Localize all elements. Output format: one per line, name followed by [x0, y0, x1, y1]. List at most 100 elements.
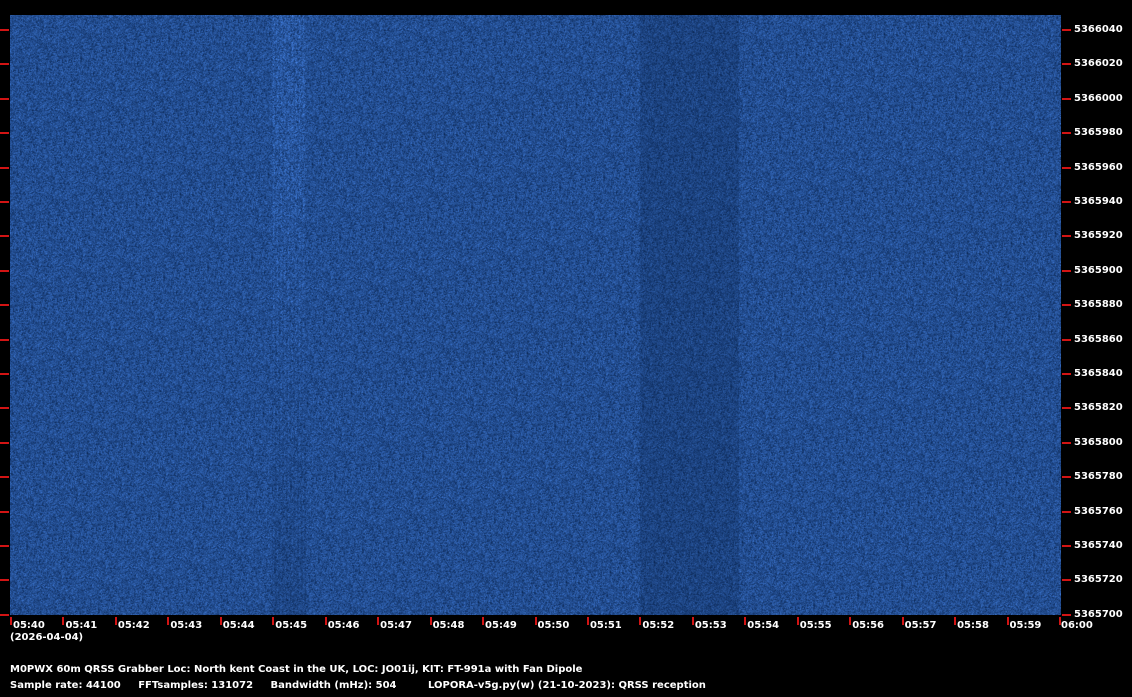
- time-label: 05:44: [222, 620, 255, 631]
- freq-tick-left: [0, 407, 9, 410]
- freq-tick-left: [0, 201, 9, 203]
- freq-tick-left: [0, 269, 9, 272]
- freq-tick-left: [0, 304, 9, 307]
- freq-label: 5366040: [1074, 24, 1123, 35]
- bandwidth-label: Bandwidth (mHz): 504: [270, 680, 397, 691]
- time-label: 05:51: [589, 620, 622, 631]
- spectrogram-canvas: [10, 15, 1061, 615]
- freq-tick-right: [1062, 510, 1071, 513]
- freq-tick-left: [0, 545, 9, 547]
- freq-label: 5366000: [1074, 92, 1123, 104]
- freq-tick-right: [1062, 304, 1071, 307]
- freq-tick-left: [0, 510, 9, 513]
- freq-label: 5366020: [1074, 58, 1123, 70]
- time-label: 05:47: [380, 620, 412, 631]
- software-label: LOPORA-v5g.py(w) (21-10-2023): QRSS rece…: [427, 680, 706, 691]
- time-label: 05:45: [275, 620, 308, 631]
- freq-tick-left: [0, 29, 9, 31]
- freq-tick-right: [1062, 29, 1071, 31]
- time-label: 05:49: [485, 620, 517, 631]
- time-tick: [10, 617, 12, 625]
- freq-tick-right: [1062, 545, 1071, 547]
- freq-label: 5365980: [1074, 127, 1123, 139]
- freq-tick-right: [1062, 441, 1071, 444]
- time-tick: [62, 617, 65, 625]
- time-tick: [744, 617, 747, 625]
- fft-samples-label: FFTsamples: 131072: [138, 680, 254, 691]
- freq-tick-right: [1062, 338, 1071, 341]
- time-tick: [429, 617, 432, 625]
- freq-tick-right: [1062, 579, 1071, 582]
- freq-label: 5365900: [1074, 264, 1123, 276]
- freq-tick-left: [0, 338, 9, 341]
- time-label: 05:48: [432, 620, 465, 631]
- freq-tick-left: [0, 476, 9, 479]
- freq-tick-right: [1062, 407, 1071, 410]
- time-label: 05:54: [747, 620, 780, 631]
- freq-tick-left: [0, 132, 9, 135]
- freq-label: 5365800: [1074, 436, 1123, 448]
- time-label: 05:52: [642, 620, 675, 631]
- freq-label: 5365960: [1074, 161, 1123, 173]
- time-tick: [1006, 617, 1009, 625]
- station-info: M0PWX 60m QRSS Grabber Loc: North kent C…: [10, 664, 583, 675]
- freq-tick-left: [0, 613, 9, 616]
- freq-tick-left: [0, 441, 9, 444]
- time-tick: [796, 617, 799, 625]
- time-tick: [219, 617, 222, 625]
- freq-label: 5365720: [1074, 574, 1123, 586]
- time-tick: [482, 617, 485, 625]
- time-label: 05:43: [170, 620, 203, 631]
- time-tick: [849, 617, 852, 625]
- time-tick: [691, 617, 694, 625]
- freq-tick-right: [1062, 166, 1071, 169]
- freq-tick-left: [0, 63, 9, 66]
- freq-label: 5365820: [1074, 402, 1123, 414]
- time-tick: [954, 617, 957, 625]
- freq-tick-right: [1062, 613, 1071, 616]
- time-label: 05:42: [117, 620, 150, 631]
- time-tick: [272, 617, 275, 625]
- time-tick: [586, 617, 589, 625]
- sample-rate-label: Sample rate: 44100: [10, 680, 121, 691]
- freq-tick-right: [1062, 235, 1071, 238]
- time-tick: [324, 617, 327, 625]
- time-tick: [167, 617, 170, 625]
- freq-tick-right: [1062, 476, 1071, 479]
- freq-tick-left: [0, 166, 9, 169]
- time-tick: [534, 617, 537, 625]
- time-tick: [377, 617, 380, 625]
- time-label: 05:56: [852, 620, 885, 631]
- freq-tick-right: [1062, 132, 1071, 135]
- date-label: (2026-04-04): [10, 632, 84, 643]
- spectrogram-display: [10, 15, 1061, 615]
- time-label: 05:57: [904, 620, 937, 631]
- freq-tick-left: [0, 579, 9, 582]
- freq-tick-right: [1062, 63, 1071, 66]
- settings-line: Sample rate: 44100 FFTsamples: 131072 Ba…: [10, 680, 720, 691]
- time-label: 06:00: [1061, 620, 1093, 631]
- time-label: 05:46: [327, 620, 360, 631]
- freq-label: 5365760: [1074, 505, 1123, 517]
- freq-label: 5365840: [1074, 368, 1123, 379]
- time-label: 05:55: [799, 620, 832, 631]
- time-label: 05:53: [694, 620, 727, 631]
- freq-label: 5365740: [1074, 540, 1123, 551]
- time-label: 05:58: [957, 620, 989, 631]
- time-label: 05:59: [1009, 620, 1042, 631]
- freq-tick-right: [1062, 373, 1071, 375]
- freq-tick-left: [0, 373, 9, 375]
- freq-label: 5365940: [1074, 196, 1123, 207]
- freq-label: 5365700: [1074, 608, 1123, 620]
- freq-tick-right: [1062, 269, 1071, 272]
- freq-tick-left: [0, 235, 9, 238]
- time-label: 05:40: [13, 620, 45, 631]
- freq-label: 5365780: [1074, 471, 1123, 483]
- freq-tick-right: [1062, 97, 1071, 100]
- freq-label: 5365920: [1074, 230, 1123, 242]
- time-tick: [114, 617, 117, 625]
- freq-tick-left: [0, 97, 9, 100]
- time-label: 05:50: [537, 620, 570, 631]
- freq-label: 5365860: [1074, 333, 1123, 345]
- time-label: 05:41: [65, 620, 98, 631]
